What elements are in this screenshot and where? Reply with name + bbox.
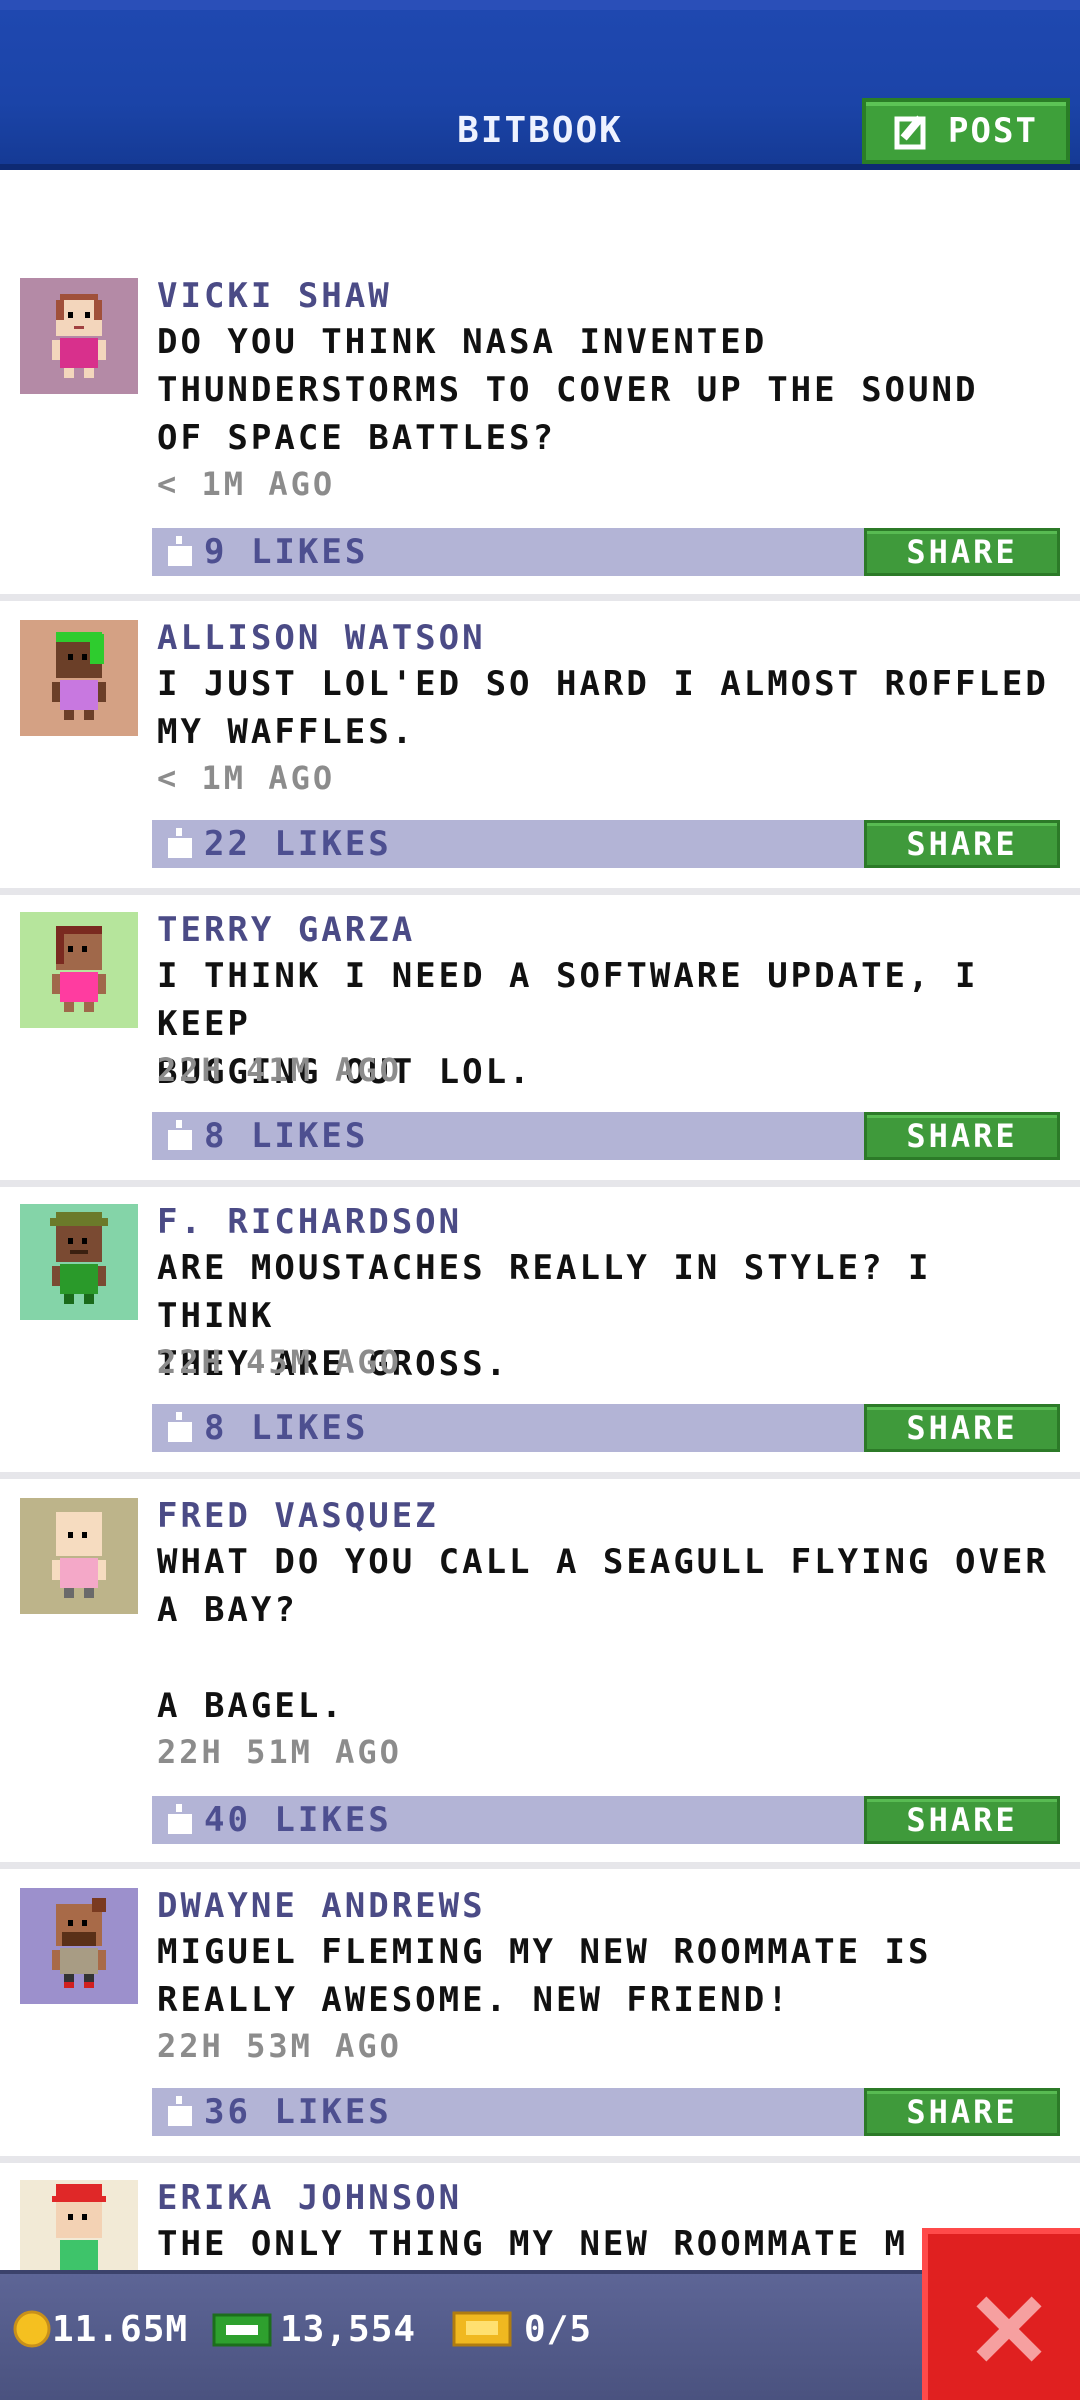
share-button[interactable]: SHARE xyxy=(864,820,1060,868)
avatar[interactable] xyxy=(20,620,138,736)
likes-count: 40 LIKES xyxy=(204,1800,392,1840)
bux-stat: 13,554 xyxy=(212,2304,416,2354)
likes-count: 8 LIKES xyxy=(204,1408,369,1448)
post-author[interactable]: ERIKA JOHNSON xyxy=(157,2178,462,2218)
post-time: < 1M AGO xyxy=(157,759,336,797)
close-icon xyxy=(976,2296,1042,2362)
post-author[interactable]: TERRY GARZA xyxy=(157,910,415,950)
bux-value: 13,554 xyxy=(280,2308,417,2350)
tickets-value: 0/5 xyxy=(524,2308,593,2350)
avatar[interactable] xyxy=(20,1888,138,2004)
post-time: 22H 45M AGO xyxy=(157,1343,402,1381)
post-author[interactable]: F. RICHARDSON xyxy=(157,1202,462,1242)
likes-count: 36 LIKES xyxy=(204,2092,392,2132)
share-button[interactable]: SHARE xyxy=(864,528,1060,576)
edit-icon xyxy=(894,115,926,150)
thumbs-up-icon[interactable] xyxy=(164,826,196,862)
ticket-icon xyxy=(452,2309,512,2349)
post-button[interactable]: POST xyxy=(862,98,1070,164)
post-author[interactable]: VICKI SHAW xyxy=(157,276,392,316)
avatar[interactable] xyxy=(20,278,138,394)
post-text: MIGUEL FLEMING MY NEW ROOMMATE IS REALLY… xyxy=(157,1932,932,2020)
cash-icon xyxy=(212,2309,272,2349)
likes-bar: 8 LIKES SHARE xyxy=(152,1112,1060,1160)
thumbs-up-icon[interactable] xyxy=(164,534,196,570)
thumbs-up-icon[interactable] xyxy=(164,1802,196,1838)
avatar[interactable] xyxy=(20,912,138,1028)
avatar-image xyxy=(20,1888,138,2004)
avatar[interactable] xyxy=(20,2180,138,2270)
avatar-image xyxy=(20,1498,138,1614)
avatar[interactable] xyxy=(20,1204,138,1320)
post-text: DO YOU THINK NASA INVENTED THUNDERSTORMS… xyxy=(157,322,979,458)
share-button[interactable]: SHARE xyxy=(864,1404,1060,1452)
likes-count: 22 LIKES xyxy=(204,824,392,864)
post-divider xyxy=(0,594,1080,601)
avatar-image xyxy=(20,912,138,1028)
post-divider xyxy=(0,2156,1080,2163)
app-header: BITBOOK POST xyxy=(0,0,1080,170)
post-time: 22H 51M AGO xyxy=(157,1733,402,1771)
post-author[interactable]: ALLISON WATSON xyxy=(157,618,486,658)
thumbs-up-icon[interactable] xyxy=(164,1118,196,1154)
feed[interactable]: VICKI SHAW DO YOU THINK NASA INVENTED TH… xyxy=(0,170,1080,2270)
likes-count: 9 LIKES xyxy=(204,532,369,572)
post-author[interactable]: DWAYNE ANDREWS xyxy=(157,1886,486,1926)
post-author[interactable]: FRED VASQUEZ xyxy=(157,1496,439,1536)
coins-stat: 11.65M xyxy=(12,2304,188,2354)
post-text: I JUST LOL'ED SO HARD I ALMOST ROFFLED M… xyxy=(157,664,1049,752)
post-time: < 1M AGO xyxy=(157,465,336,503)
likes-bar: 22 LIKES SHARE xyxy=(152,820,1060,868)
post-time: 22H 41M AGO xyxy=(157,1051,402,1089)
likes-bar: 8 LIKES SHARE xyxy=(152,1404,1060,1452)
share-button[interactable]: SHARE xyxy=(864,1796,1060,1844)
post-text: WHAT DO YOU CALL A SEAGULL FLYING OVER A… xyxy=(157,1542,1049,1726)
post-button-label: POST xyxy=(948,111,1038,151)
status-bar: 11.65M 13,554 0/5 xyxy=(0,2270,1080,2400)
avatar-image xyxy=(20,620,138,736)
post-time: 22H 53M AGO xyxy=(157,2027,402,2065)
thumbs-up-icon[interactable] xyxy=(164,1410,196,1446)
thumbs-up-icon[interactable] xyxy=(164,2094,196,2130)
share-button[interactable]: SHARE xyxy=(864,1112,1060,1160)
tickets-stat: 0/5 xyxy=(452,2304,592,2354)
post-divider xyxy=(0,1472,1080,1479)
post-divider xyxy=(0,888,1080,895)
coin-icon xyxy=(12,2309,52,2349)
share-button[interactable]: SHARE xyxy=(864,2088,1060,2136)
avatar-image xyxy=(20,2180,138,2270)
avatar[interactable] xyxy=(20,1498,138,1614)
close-button[interactable] xyxy=(922,2228,1080,2400)
post-divider xyxy=(0,1862,1080,1869)
avatar-image xyxy=(20,278,138,394)
post-divider xyxy=(0,1180,1080,1187)
likes-bar: 9 LIKES SHARE xyxy=(152,528,1060,576)
likes-bar: 36 LIKES SHARE xyxy=(152,2088,1060,2136)
likes-count: 8 LIKES xyxy=(204,1116,369,1156)
avatar-image xyxy=(20,1204,138,1320)
likes-bar: 40 LIKES SHARE xyxy=(152,1796,1060,1844)
coins-value: 11.65M xyxy=(52,2308,189,2350)
